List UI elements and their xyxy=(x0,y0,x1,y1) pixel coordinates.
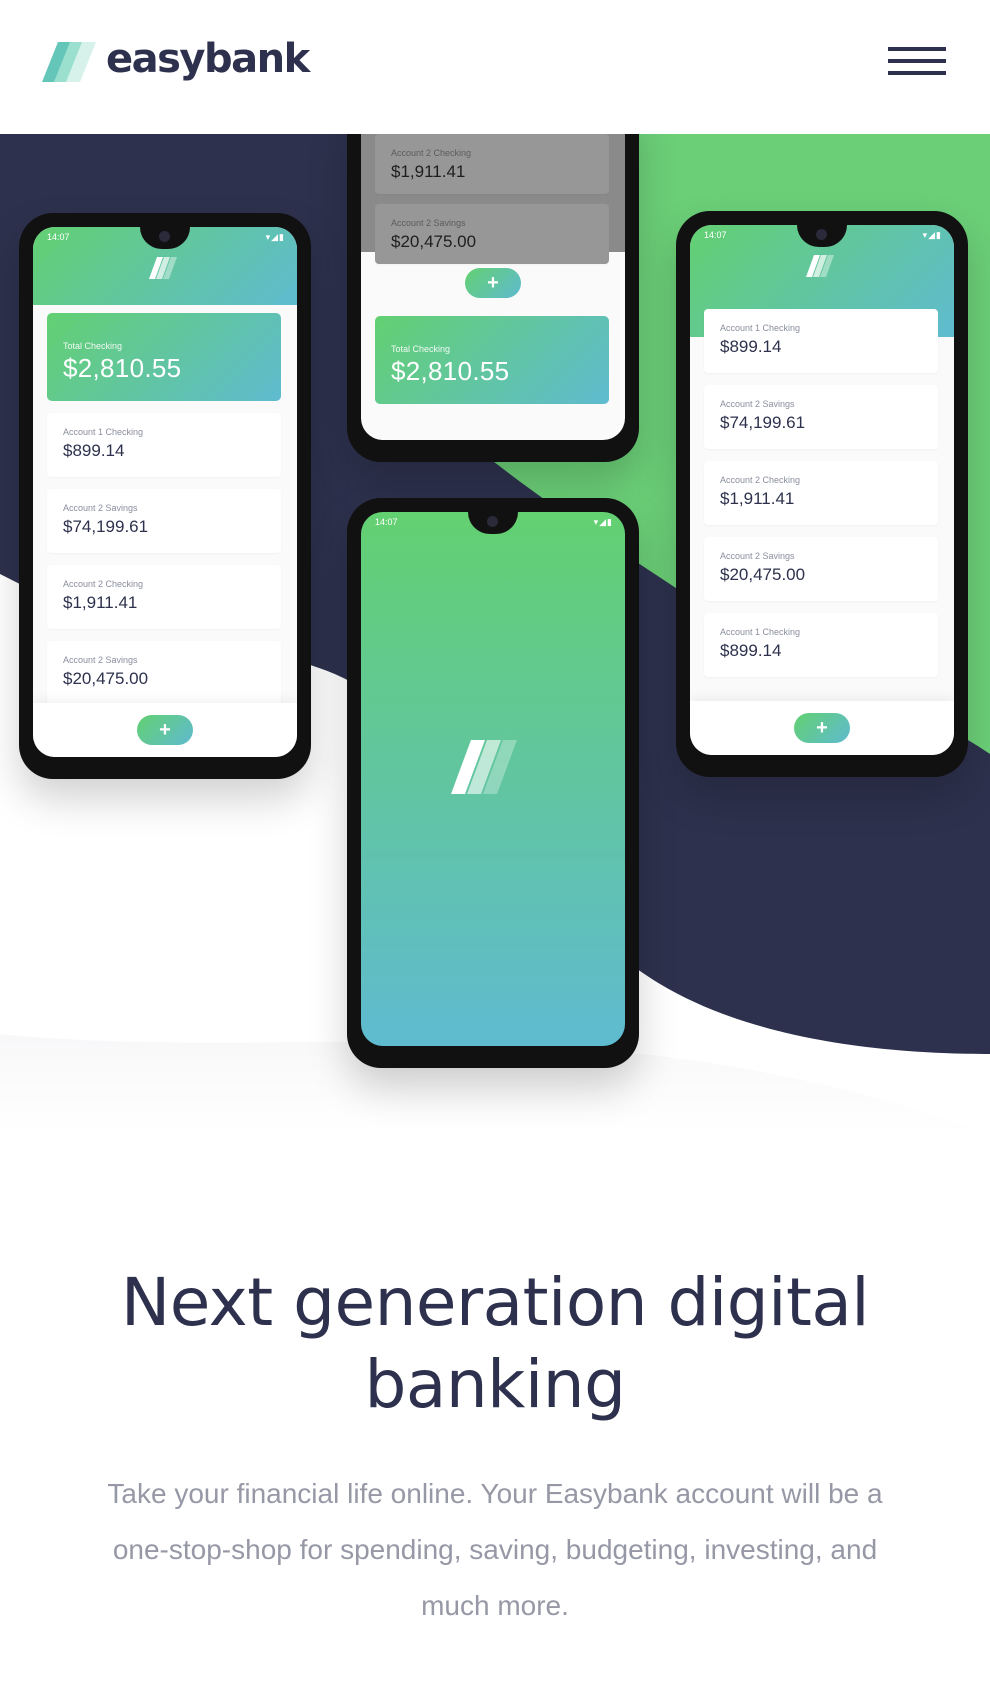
site-header: easybank xyxy=(0,0,990,134)
status-icons: ▾◢▮ xyxy=(922,230,942,240)
account-card[interactable]: Account 2 Checking $1,911.41 xyxy=(47,565,281,629)
total-amount: $2,810.55 xyxy=(63,353,182,383)
logo-wordmark: easybank xyxy=(106,36,310,82)
app-logo-icon xyxy=(806,255,834,277)
screen-bottom-bar: + xyxy=(33,703,297,757)
account-label: Account 2 Savings xyxy=(391,218,466,228)
account-amount: $899.14 xyxy=(720,641,782,660)
easybank-logo-icon xyxy=(42,42,96,82)
account-label: Account 1 Checking xyxy=(63,427,144,437)
account-amount: $1,911.41 xyxy=(391,162,466,181)
account-amount: $20,475.00 xyxy=(720,565,806,584)
splash-logo-icon xyxy=(451,740,517,794)
total-label: Total Checking xyxy=(63,341,123,351)
status-time: 14:07 xyxy=(375,517,398,527)
account-label: Account 2 Checking xyxy=(391,148,472,158)
account-amount: $74,199.61 xyxy=(720,413,806,432)
phone-screen: 14:07 ▾◢▮ Account 1 Checking $899.14 Acc… xyxy=(690,225,954,755)
phone-mockup-center: 14:07 ▾◢▮ xyxy=(347,498,639,1068)
account-card[interactable]: Account 1 Checking $899.14 xyxy=(47,413,281,477)
phone-screen: Account 2 Checking $1,911.41 Account 2 S… xyxy=(361,134,625,440)
phone-mockup-top-center: Account 2 Checking $1,911.41 Account 2 S… xyxy=(347,134,639,462)
account-label: Account 2 Savings xyxy=(63,503,138,513)
status-icons: ▾◢▮ xyxy=(265,232,285,242)
add-account-button[interactable]: + xyxy=(465,268,521,298)
status-time: 14:07 xyxy=(704,230,727,240)
hero-mockups: 14:07 ▾◢▮ Total Checking $2,810.55 Accou… xyxy=(0,134,990,1134)
phone-mockup-right: 14:07 ▾◢▮ Account 1 Checking $899.14 Acc… xyxy=(676,211,968,777)
account-label: Account 2 Checking xyxy=(720,475,801,485)
account-card[interactable]: Account 2 Savings $74,199.61 xyxy=(47,489,281,553)
account-amount: $1,911.41 xyxy=(720,489,795,508)
account-card[interactable]: Account 1 Checking $899.14 xyxy=(704,309,938,373)
total-label: Total Checking xyxy=(391,344,451,354)
screen-bottom-bar: + xyxy=(690,701,954,755)
easybank-logo[interactable]: easybank xyxy=(42,36,310,84)
total-checking-card[interactable]: Total Checking $2,810.55 xyxy=(47,313,281,401)
page-title: Next generation digital banking xyxy=(120,1264,870,1423)
account-amount: $20,475.00 xyxy=(391,232,477,251)
intro-description: Take your financial life online. Your Ea… xyxy=(107,1478,883,1621)
account-card[interactable]: Account 2 Checking $1,911.41 xyxy=(704,461,938,525)
account-label: Account 1 Checking xyxy=(720,627,801,637)
status-time: 14:07 xyxy=(47,232,70,242)
phone-notch xyxy=(468,512,518,534)
total-amount: $2,810.55 xyxy=(391,356,510,386)
account-card[interactable]: Account 2 Savings $74,199.61 xyxy=(704,385,938,449)
account-label: Account 1 Checking xyxy=(720,323,801,333)
account-card[interactable]: Account 2 Savings $20,475.00 xyxy=(704,537,938,601)
account-amount: $899.14 xyxy=(63,441,125,460)
add-account-button[interactable]: + xyxy=(794,713,850,743)
account-card[interactable]: Account 1 Checking $899.14 xyxy=(704,613,938,677)
account-label: Account 2 Savings xyxy=(720,551,795,561)
hamburger-icon[interactable] xyxy=(888,47,946,79)
app-logo-icon xyxy=(149,257,177,279)
phone-screen: 14:07 ▾◢▮ Total Checking $2,810.55 Accou… xyxy=(33,227,297,757)
account-amount: $1,911.41 xyxy=(63,593,138,612)
add-account-button[interactable]: + xyxy=(137,715,193,745)
phone-mockup-left: 14:07 ▾◢▮ Total Checking $2,810.55 Accou… xyxy=(19,213,311,779)
account-card[interactable]: Account 2 Savings $20,475.00 xyxy=(47,641,281,705)
account-amount: $20,475.00 xyxy=(63,669,149,688)
phone-screen: 14:07 ▾◢▮ xyxy=(361,512,625,1046)
account-amount: $74,199.61 xyxy=(63,517,149,536)
account-card[interactable]: Account 2 Checking $1,911.41 xyxy=(375,134,609,194)
account-label: Account 2 Savings xyxy=(720,399,795,409)
account-amount: $899.14 xyxy=(720,337,782,356)
account-label: Account 2 Checking xyxy=(63,579,144,589)
total-checking-card[interactable]: Total Checking $2,810.55 xyxy=(375,316,609,404)
account-card[interactable]: Account 2 Savings $20,475.00 xyxy=(375,204,609,264)
account-label: Account 2 Savings xyxy=(63,655,138,665)
status-icons: ▾◢▮ xyxy=(593,517,613,527)
